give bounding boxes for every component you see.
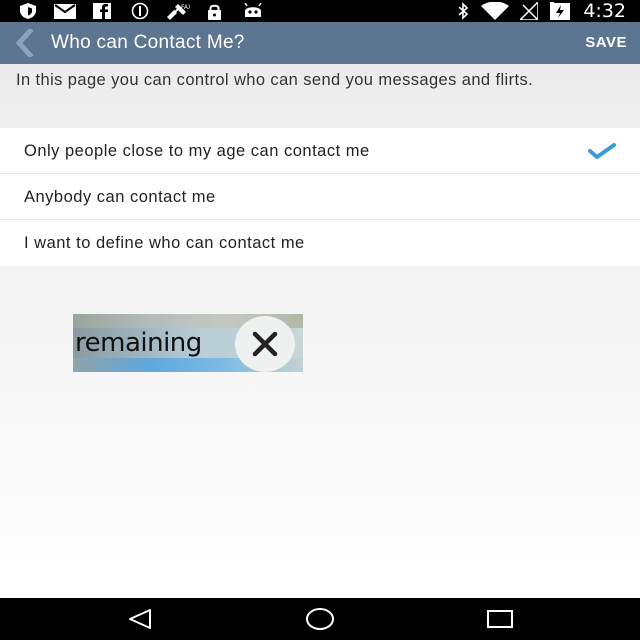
option-label: I want to define who can contact me (24, 234, 305, 252)
home-icon (306, 608, 334, 630)
battery-charging-icon (549, 2, 571, 20)
shield-icon (18, 3, 38, 19)
navigation-bar (0, 598, 640, 640)
nav-back-button[interactable] (120, 604, 160, 634)
option-define[interactable]: I want to define who can contact me (0, 220, 640, 266)
back-icon (129, 609, 151, 629)
intro-text: In this page you can control who can sen… (16, 71, 534, 89)
options-list: Only people close to my age can contact … (0, 128, 640, 266)
facebook-icon (92, 3, 112, 19)
no-signal-icon (519, 2, 539, 20)
do-not-disturb-icon (130, 2, 150, 20)
content-area: In this page you can control who can sen… (0, 64, 640, 598)
option-label: Only people close to my age can contact … (24, 142, 370, 160)
close-icon (252, 331, 278, 357)
toast-close-button[interactable] (235, 316, 295, 372)
nav-home-button[interactable] (300, 604, 340, 634)
satellite-icon: FAX (164, 3, 190, 20)
mail-icon (54, 3, 76, 19)
option-anybody[interactable]: Anybody can contact me (0, 174, 640, 220)
bluetooth-icon (455, 2, 471, 20)
save-button[interactable]: SAVE (585, 22, 627, 64)
svg-text:FAX: FAX (181, 4, 190, 11)
remaining-toast: remaining (73, 314, 303, 372)
recents-icon (487, 610, 513, 628)
page-title: Who can Contact Me? (51, 32, 245, 53)
app-bar: Who can Contact Me? SAVE (0, 22, 640, 64)
status-time: 4:32 (583, 0, 626, 22)
option-label: Anybody can contact me (24, 188, 216, 206)
option-close-age[interactable]: Only people close to my age can contact … (0, 128, 640, 174)
android-icon (243, 3, 263, 19)
wifi-icon (480, 2, 510, 20)
chevron-left-icon (15, 29, 34, 57)
status-bar: FAX 4:32 (0, 0, 640, 22)
back-button[interactable] (8, 26, 42, 60)
lock-icon (205, 3, 223, 20)
toast-text: remaining (75, 328, 202, 358)
nav-recents-button[interactable] (480, 604, 520, 634)
checkmark-icon (588, 142, 616, 160)
